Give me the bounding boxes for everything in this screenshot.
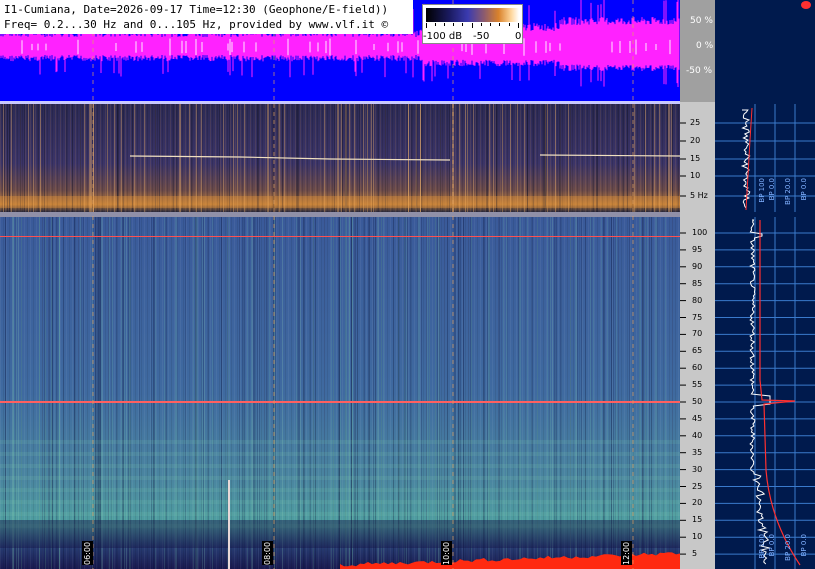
color-scale-gradient xyxy=(426,8,519,22)
high-band-tick-label: 25 xyxy=(692,481,703,491)
header-line-1: I1-Cumiana, Date=2026-09-17 Time=12:30 (… xyxy=(4,3,389,16)
bp-label: BP 20.0 xyxy=(784,534,792,561)
low-band-tick-label: 25 xyxy=(690,118,701,127)
high-band-tick-label: 50 xyxy=(692,397,703,406)
low-band-tick-label: 15 xyxy=(690,154,701,163)
high-band-tick-label: 85 xyxy=(692,278,703,288)
separator xyxy=(0,101,680,104)
high-band-tick-label: 55 xyxy=(692,380,703,390)
low-band-tick-label: 10 xyxy=(690,171,701,180)
bp-label: BP 0.0 xyxy=(768,534,776,557)
time-label: 08:00 xyxy=(262,541,273,565)
time-label: 10:00 xyxy=(441,541,452,565)
bp-label: BP 100 xyxy=(758,534,766,559)
low-band-tick-label: 5 Hz xyxy=(690,191,708,200)
high-band-tick-label: 70 xyxy=(692,329,703,339)
bp-label: BP 0.0 xyxy=(768,178,776,201)
high-band-tick-label: 30 xyxy=(692,464,703,474)
high-band-tick-label: 20 xyxy=(692,498,703,508)
high-band-tick-label: 95 xyxy=(692,244,703,254)
header-line-2: Freq= 0.2...30 Hz and 0...105 Hz, provid… xyxy=(4,18,389,31)
info-header: I1-Cumiana, Date=2026-09-17 Time=12:30 (… xyxy=(0,0,413,34)
bp-label: BP 0.0 xyxy=(800,534,808,557)
color-scale-label-max: 0 xyxy=(515,31,522,42)
percent-label-bottom: -50 % xyxy=(686,66,713,76)
color-scale: -100 dB -50 0 xyxy=(422,4,523,44)
right-panel xyxy=(715,0,815,569)
percent-label-top: 50 % xyxy=(690,16,713,26)
high-band-tick-label: 10 xyxy=(692,532,703,542)
high-band-lines xyxy=(0,217,680,569)
separator xyxy=(0,212,680,217)
record-dot-icon[interactable] xyxy=(800,0,812,10)
time-label: 06:00 xyxy=(82,541,93,565)
high-band-tick-label: 80 xyxy=(692,295,703,305)
high-band-tick-label: 15 xyxy=(692,515,703,525)
high-band-tick-label: 65 xyxy=(692,346,703,356)
high-band-tick-label: 45 xyxy=(692,413,703,423)
high-band-tick-label: 35 xyxy=(692,447,703,457)
bp-label: BP 0.0 xyxy=(800,178,808,201)
high-band-tick-label: 100 xyxy=(692,228,708,237)
time-label: 12:00 xyxy=(621,541,632,565)
high-band-tick-label: 5 xyxy=(692,549,698,559)
spectrogram-viewer: I1-Cumiana, Date=2026-09-17 Time=12:30 (… xyxy=(0,0,815,569)
high-band-tick-label: 40 xyxy=(692,430,703,440)
low-band-tick-label: 20 xyxy=(690,136,701,145)
high-band-tick-label: 60 xyxy=(692,363,703,373)
high-band-tick-label: 75 xyxy=(692,312,703,322)
bp-label: BP 20.0 xyxy=(784,178,792,205)
bp-label: BP 100 xyxy=(758,178,766,203)
color-scale-label-min: -100 dB xyxy=(423,31,463,42)
color-scale-label-mid: -50 xyxy=(473,31,490,42)
percent-label-zero: 0 % xyxy=(696,41,714,51)
high-band-tick-label: 90 xyxy=(692,261,703,271)
